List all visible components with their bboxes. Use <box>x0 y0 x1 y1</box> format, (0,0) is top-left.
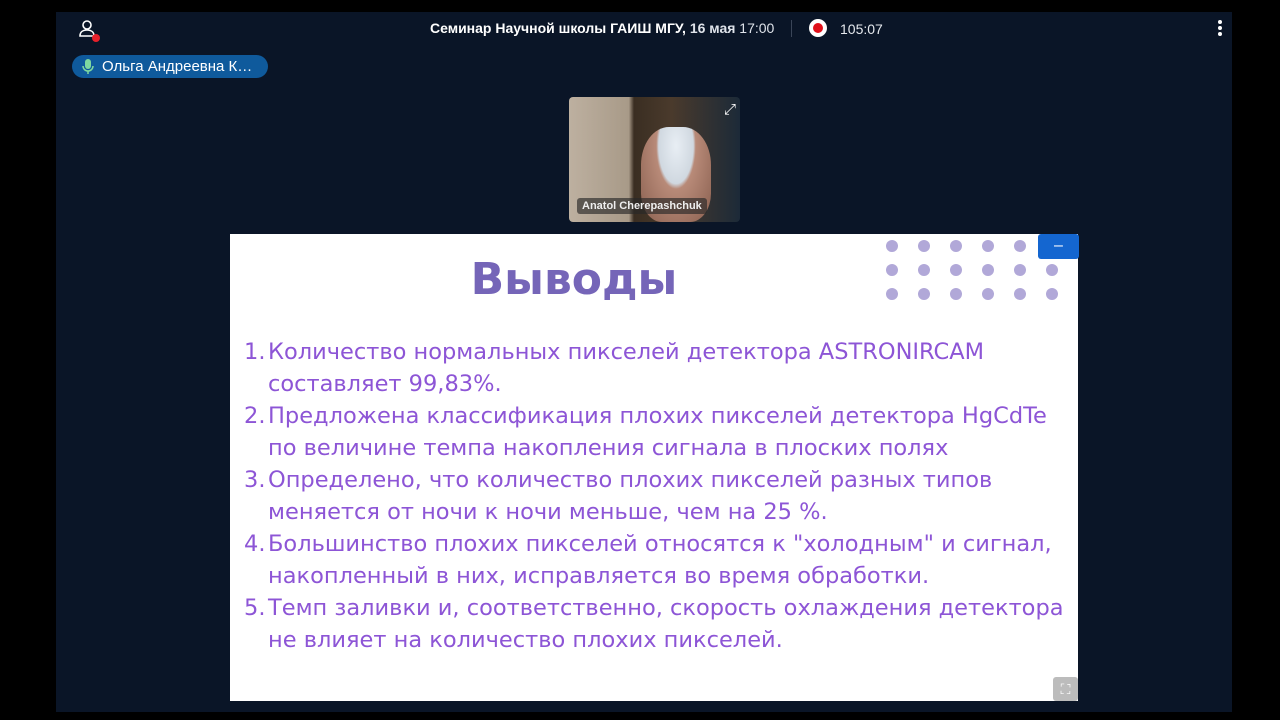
dot <box>950 264 962 276</box>
shared-screen-slide: Выводы 1. Количество нормальных пикселей … <box>230 234 1078 701</box>
dot <box>918 264 930 276</box>
expand-icon[interactable]: ⤢ <box>724 101 736 118</box>
speaker-name: Ольга Андреевна К… <box>102 58 253 75</box>
item-number: 1. <box>244 339 266 365</box>
dot <box>886 240 898 252</box>
meeting-title: Семинар Научной школы ГАИШ МГУ, 16 мая 1… <box>430 20 774 36</box>
slide-title: Выводы <box>470 254 678 305</box>
dot <box>1046 288 1058 300</box>
dot <box>918 288 930 300</box>
item-text: Количество нормальных пикселей детектора… <box>268 339 985 397</box>
dot <box>982 288 994 300</box>
meeting-name: Семинар Научной школы ГАИШ МГУ, <box>430 20 686 36</box>
meeting-time: 17:00 <box>739 20 775 36</box>
dot <box>918 240 930 252</box>
participants-button[interactable] <box>78 18 100 42</box>
item-number: 3. <box>244 467 266 493</box>
dot <box>886 288 898 300</box>
active-speaker-pill[interactable]: Ольга Андреевна К… <box>72 55 268 78</box>
participant-name: Anatol Cherepashchuk <box>577 198 707 214</box>
list-item: 3. Определено, что количество плохих пикс… <box>244 464 1074 528</box>
item-number: 5. <box>244 595 266 621</box>
participant-video-tile[interactable]: ⤢ Anatol Cherepashchuk <box>569 97 740 222</box>
dot <box>982 264 994 276</box>
dot <box>1014 288 1026 300</box>
meeting-date: 16 мая <box>689 20 736 36</box>
divider <box>791 20 792 37</box>
dot <box>950 240 962 252</box>
list-item: 2. Предложена классификация плохих пиксел… <box>244 400 1074 464</box>
item-number: 2. <box>244 403 266 429</box>
dot <box>950 288 962 300</box>
user-icon <box>79 20 100 42</box>
list-item: 4. Большинство плохих пикселей относятся … <box>244 528 1074 592</box>
dot <box>886 264 898 276</box>
conclusions-list: 1. Количество нормальных пикселей детекто… <box>244 336 1074 656</box>
item-text: Определено, что количество плохих пиксел… <box>268 467 993 525</box>
notification-dot <box>92 34 100 42</box>
list-item: 1. Количество нормальных пикселей детекто… <box>244 336 1074 400</box>
item-text: Предложена классификация плохих пикселей… <box>268 403 1047 461</box>
item-text: Темп заливки и, соответственно, скорость… <box>268 595 1064 653</box>
dot <box>1046 264 1058 276</box>
dot <box>1014 264 1026 276</box>
item-number: 4. <box>244 531 266 557</box>
microphone-icon <box>82 59 94 74</box>
list-item: 5. Темп заливки и, соответственно, скорос… <box>244 592 1074 656</box>
minimize-button[interactable]: – <box>1038 234 1079 259</box>
elapsed-timer: 105:07 <box>840 21 883 37</box>
dot <box>982 240 994 252</box>
item-text: Большинство плохих пикселей относятся к … <box>268 531 1052 589</box>
fullscreen-button[interactable]: ⛶ <box>1053 677 1078 701</box>
recording-icon <box>809 19 827 37</box>
more-menu-button[interactable] <box>1218 20 1224 38</box>
dot <box>1014 240 1026 252</box>
